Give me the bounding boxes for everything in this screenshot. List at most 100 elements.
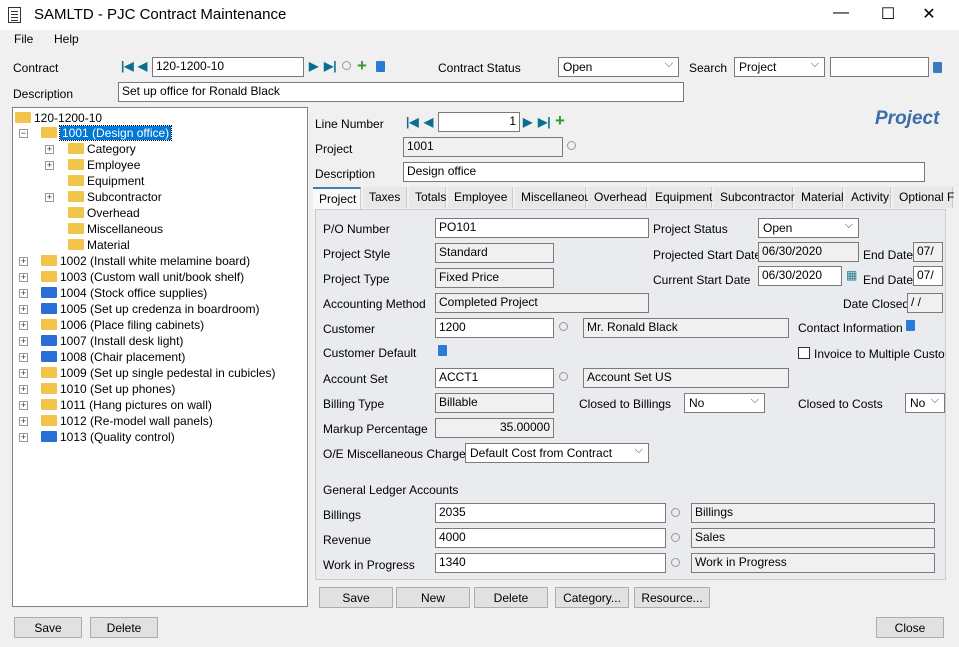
expand-icon[interactable]: + — [19, 401, 28, 410]
tab-project[interactable]: Project — [313, 187, 361, 210]
add-icon[interactable]: + — [357, 56, 367, 76]
expand-icon[interactable]: + — [19, 305, 28, 314]
tab-totals[interactable]: Totals — [409, 187, 446, 208]
project-status-select[interactable]: Open — [758, 218, 859, 238]
closed-to-billings-select[interactable]: No — [684, 393, 765, 413]
tree-item[interactable]: 1003 (Custom wall unit/book shelf) — [41, 269, 244, 285]
close-window-button[interactable]: ✕ — [914, 4, 944, 24]
tab-miscellaneous[interactable]: Miscellaneous — [515, 187, 597, 208]
previous-line-button[interactable]: ◀ — [424, 115, 433, 129]
description-input[interactable]: Set up office for Ronald Black — [118, 82, 684, 102]
detail-save-button[interactable]: Save — [319, 587, 393, 608]
tab-optional-f[interactable]: Optional F — [893, 187, 954, 208]
po-number-input[interactable]: PO101 — [435, 218, 649, 238]
first-line-button[interactable]: |◀ — [406, 115, 419, 129]
tree-subitem[interactable]: Equipment — [68, 173, 144, 189]
detail-resource-button[interactable]: Resource... — [634, 587, 710, 608]
tab-subcontractor[interactable]: Subcontractor — [714, 187, 795, 208]
save-button[interactable]: Save — [14, 617, 82, 638]
expand-icon[interactable]: + — [19, 385, 28, 394]
account-set-input[interactable]: ACCT1 — [435, 368, 554, 388]
expand-icon[interactable]: + — [19, 257, 28, 266]
project-tree[interactable]: 120-1200-10 − 1001 (Design office) + Cate… — [12, 107, 308, 607]
expand-icon[interactable]: + — [19, 321, 28, 330]
tree-item[interactable]: 1011 (Hang pictures on wall) — [41, 397, 212, 413]
expand-icon[interactable]: + — [19, 273, 28, 282]
tree-root[interactable]: 120-1200-10 — [15, 110, 102, 126]
expand-icon[interactable]: + — [45, 193, 54, 202]
tree-item[interactable]: 1004 (Stock office supplies) — [41, 285, 207, 301]
info-icon[interactable] — [376, 61, 385, 72]
last-line-button[interactable]: ▶| — [538, 115, 551, 129]
menu-file[interactable]: File — [14, 32, 33, 46]
first-contract-button[interactable]: |◀ — [121, 59, 134, 73]
expand-icon[interactable]: + — [19, 369, 28, 378]
maximize-button[interactable]: ☐ — [873, 4, 903, 24]
revenue-account-input[interactable]: 4000 — [435, 528, 666, 548]
work-in-progress-account-input[interactable]: 1340 — [435, 553, 666, 573]
closed-to-costs-select[interactable]: No — [905, 393, 945, 413]
billings-account-input[interactable]: 2035 — [435, 503, 666, 523]
expand-icon[interactable]: + — [45, 161, 54, 170]
tab-material[interactable]: Material — [795, 187, 844, 208]
tree-subitem[interactable]: Overhead — [68, 205, 140, 221]
tree-item[interactable]: 1005 (Set up credenza in boardroom) — [41, 301, 259, 317]
customer-default-icon[interactable] — [438, 345, 447, 356]
search-go-icon[interactable] — [933, 62, 942, 73]
tree-item[interactable]: 1007 (Install desk light) — [41, 333, 183, 349]
next-contract-button[interactable]: ▶ — [309, 59, 318, 73]
oe-misc-charges-select[interactable]: Default Cost from Contract — [465, 443, 649, 463]
invoice-multiple-checkbox[interactable] — [798, 347, 810, 359]
tree-subitem[interactable]: Material — [68, 237, 130, 253]
tree-subitem[interactable]: Employee — [68, 157, 140, 173]
tree-subitem[interactable]: Category — [68, 141, 136, 157]
tree-item[interactable]: 1012 (Re-model wall panels) — [41, 413, 213, 429]
search-input[interactable] — [830, 57, 929, 77]
expand-icon[interactable]: + — [19, 353, 28, 362]
next-line-button[interactable]: ▶ — [523, 115, 532, 129]
calendar-icon[interactable]: ▦ — [846, 268, 857, 282]
contract-status-select[interactable]: Open — [558, 57, 679, 77]
tree-item[interactable]: 1010 (Set up phones) — [41, 381, 175, 397]
tab-employee[interactable]: Employee — [448, 187, 513, 208]
add-line-icon[interactable]: + — [555, 111, 565, 131]
current-end-date-input[interactable]: 07/ — [913, 266, 943, 286]
delete-button[interactable]: Delete — [90, 617, 158, 638]
tree-item[interactable]: 1002 (Install white melamine board) — [41, 253, 250, 269]
menu-help[interactable]: Help — [54, 32, 79, 46]
previous-contract-button[interactable]: ◀ — [138, 59, 147, 73]
expand-icon[interactable]: + — [19, 417, 28, 426]
tree-subitem[interactable]: Miscellaneous — [68, 221, 163, 237]
tree-subitem[interactable]: Subcontractor — [68, 189, 162, 205]
tree-item[interactable]: 1006 (Place filing cabinets) — [41, 317, 204, 333]
account-set-search-icon[interactable] — [559, 372, 568, 381]
expand-icon[interactable]: + — [19, 289, 28, 298]
search-field-select[interactable]: Project — [734, 57, 825, 77]
expand-icon[interactable]: + — [19, 433, 28, 442]
close-button[interactable]: Close — [876, 617, 944, 638]
tree-item[interactable]: 1013 (Quality control) — [41, 429, 175, 445]
expand-icon[interactable]: + — [45, 145, 54, 154]
minimize-button[interactable]: — — [826, 4, 856, 22]
last-contract-button[interactable]: ▶| — [324, 59, 337, 73]
search-icon[interactable] — [342, 61, 351, 70]
tab-taxes[interactable]: Taxes — [363, 187, 407, 208]
detail-new-button[interactable]: New — [396, 587, 470, 608]
tab-overhead[interactable]: Overhead — [588, 187, 647, 208]
revenue-search-icon[interactable] — [671, 533, 680, 542]
customer-search-icon[interactable] — [559, 322, 568, 331]
line-number-input[interactable]: 1 — [438, 112, 520, 132]
project-search-icon[interactable] — [567, 141, 576, 150]
customer-input[interactable]: 1200 — [435, 318, 554, 338]
work-in-progress-search-icon[interactable] — [671, 558, 680, 567]
billings-search-icon[interactable] — [671, 508, 680, 517]
collapse-icon[interactable]: − — [19, 129, 28, 138]
detail-category-button[interactable]: Category... — [555, 587, 629, 608]
expand-icon[interactable]: + — [19, 337, 28, 346]
tree-item[interactable]: 1008 (Chair placement) — [41, 349, 185, 365]
contract-input[interactable]: 120-1200-10 — [152, 57, 304, 77]
tree-item[interactable]: 1009 (Set up single pedestal in cubicles… — [41, 365, 275, 381]
current-start-date-input[interactable]: 06/30/2020 — [758, 266, 842, 286]
tab-activity[interactable]: Activity — [845, 187, 891, 208]
detail-description-input[interactable]: Design office — [403, 162, 925, 182]
